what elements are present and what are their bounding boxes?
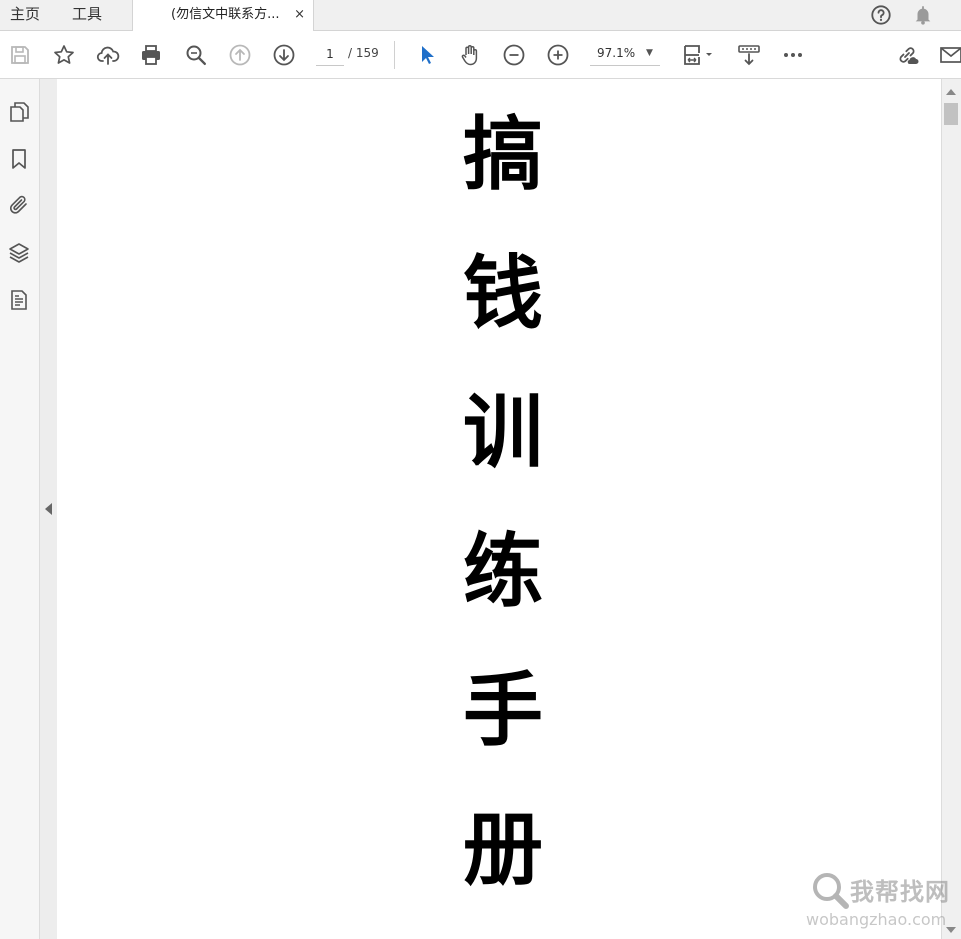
- toolbar: / 159 97.1% ▼: [0, 31, 961, 79]
- bell-icon[interactable]: [912, 4, 934, 26]
- tab-bar: 主页 工具 (勿信文中联系方... ×: [0, 0, 961, 31]
- layers-icon[interactable]: [7, 241, 31, 265]
- navigation-pane: [0, 79, 40, 939]
- document-tab-title: (勿信文中联系方...: [171, 7, 280, 22]
- collapse-pane-icon[interactable]: [45, 503, 52, 515]
- scroll-thumb[interactable]: [944, 103, 958, 125]
- pages-icon[interactable]: [7, 100, 31, 124]
- page-up-icon[interactable]: [228, 43, 252, 67]
- title-char: 搞: [463, 108, 543, 201]
- title-char: 册: [463, 803, 543, 896]
- read-mode-icon[interactable]: [737, 43, 761, 67]
- title-char: 练: [463, 525, 543, 618]
- document-properties-icon[interactable]: [7, 288, 31, 312]
- star-icon[interactable]: [52, 43, 76, 67]
- upload-cloud-icon[interactable]: [96, 43, 120, 67]
- tab-tools[interactable]: 工具: [72, 0, 102, 30]
- select-arrow-icon[interactable]: [414, 43, 438, 67]
- print-icon[interactable]: [139, 43, 163, 67]
- scroll-up-icon[interactable]: [946, 89, 956, 95]
- watermark: 我帮找网 wobangzhao.com: [806, 866, 956, 936]
- bookmark-icon[interactable]: [7, 147, 31, 171]
- zoom-search-icon[interactable]: [184, 43, 208, 67]
- page-total: / 159: [348, 46, 379, 60]
- page-number-input[interactable]: [316, 43, 344, 66]
- tab-home[interactable]: 主页: [10, 0, 40, 30]
- toolbar-divider: [394, 41, 395, 69]
- document-tab[interactable]: (勿信文中联系方... ×: [132, 0, 314, 31]
- fit-page-icon[interactable]: [682, 43, 716, 67]
- vertical-scrollbar[interactable]: [941, 79, 961, 939]
- zoom-value: 97.1%: [597, 46, 636, 60]
- hand-icon[interactable]: [458, 43, 482, 67]
- zoom-in-icon[interactable]: [546, 43, 570, 67]
- save-icon[interactable]: [8, 43, 32, 67]
- page-down-icon[interactable]: [272, 43, 296, 67]
- magnifier-icon: [813, 873, 849, 909]
- title-char: 训: [463, 386, 543, 479]
- link-share-icon[interactable]: [895, 43, 919, 67]
- attachment-icon[interactable]: [7, 193, 31, 217]
- help-icon[interactable]: [870, 4, 892, 26]
- watermark-cn: 我帮找网: [850, 878, 950, 906]
- document-page: 搞 钱 训 练 手 册: [57, 79, 941, 939]
- title-char: 手: [463, 664, 543, 757]
- chevron-down-icon: ▼: [646, 48, 653, 58]
- zoom-dropdown[interactable]: 97.1% ▼: [590, 43, 660, 66]
- zoom-out-icon[interactable]: [502, 43, 526, 67]
- title-char: 钱: [463, 247, 543, 340]
- close-tab-icon[interactable]: ×: [294, 0, 305, 29]
- more-icon[interactable]: [781, 43, 805, 67]
- mail-icon[interactable]: [939, 43, 961, 67]
- watermark-en: wobangzhao.com: [806, 910, 947, 929]
